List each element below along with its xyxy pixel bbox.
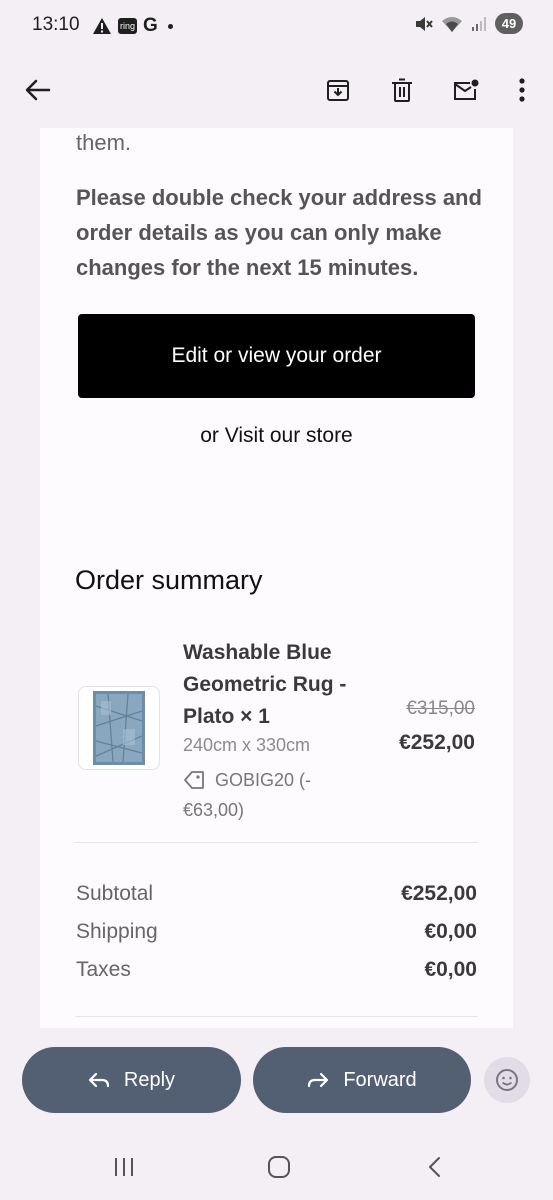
- back-chevron-icon: [429, 1157, 440, 1177]
- delete-icon: [392, 78, 412, 102]
- tag-icon: [184, 771, 204, 789]
- battery-indicator: 49: [495, 13, 523, 34]
- emoji-reaction-button[interactable]: [484, 1057, 530, 1103]
- price-final: €252,00: [399, 731, 475, 754]
- wifi-icon: [442, 16, 462, 32]
- totals-label: Shipping: [76, 920, 158, 943]
- forward-label: Forward: [343, 1068, 417, 1091]
- order-summary-title: Order summary: [75, 565, 263, 595]
- totals-value: €252,00: [401, 882, 477, 905]
- mute-icon: [416, 16, 433, 31]
- rug-image: [93, 691, 145, 765]
- divider: [75, 842, 478, 843]
- delete-button[interactable]: [380, 68, 424, 112]
- google-icon: G: [143, 15, 158, 36]
- back-arrow-icon: [25, 79, 51, 101]
- system-nav-bar: [0, 1132, 553, 1200]
- status-time: 13:10: [32, 14, 80, 35]
- signal-icon: [472, 16, 486, 31]
- archive-button[interactable]: [316, 68, 360, 112]
- email-toolbar: [0, 52, 553, 128]
- home-button[interactable]: [259, 1152, 299, 1182]
- reply-actions-bar: Reply Forward: [0, 1028, 553, 1132]
- forward-button[interactable]: Forward: [253, 1047, 471, 1113]
- reply-icon: [88, 1072, 110, 1088]
- reply-label: Reply: [123, 1068, 176, 1091]
- reply-button[interactable]: Reply: [22, 1047, 241, 1113]
- divider: [75, 1016, 478, 1017]
- email-body: them. Please double check your address a…: [0, 128, 553, 1028]
- recents-button[interactable]: [104, 1152, 144, 1182]
- ring-app-icon: ring: [118, 18, 138, 34]
- totals-value: €0,00: [424, 920, 477, 943]
- status-right-icons: 49: [413, 13, 523, 34]
- email-card: them. Please double check your address a…: [40, 128, 513, 1028]
- totals-label: Subtotal: [76, 882, 154, 905]
- totals-value: €0,00: [424, 958, 477, 981]
- totals-row-shipping: Shipping €0,00: [76, 920, 477, 944]
- product-name: Washable Blue Geometric Rug - Plato × 1: [183, 641, 347, 728]
- product-image[interactable]: [78, 686, 160, 770]
- recents-icon: [115, 1158, 133, 1176]
- totals-row-subtotal: Subtotal €252,00: [76, 882, 477, 906]
- discount-line: GOBIG20 (-€63,00): [183, 765, 353, 825]
- forward-icon: [308, 1072, 329, 1088]
- back-nav-button[interactable]: [414, 1152, 454, 1182]
- totals-label: Taxes: [76, 958, 131, 981]
- product-variant: 240cm x 330cm: [183, 735, 311, 755]
- warning-icon: [93, 18, 111, 34]
- mark-unread-icon: [454, 79, 479, 100]
- partial-text: them.: [76, 130, 132, 155]
- notification-icons: ring G: [92, 15, 173, 37]
- more-vert-icon: [519, 78, 525, 102]
- back-button[interactable]: [16, 68, 60, 112]
- more-options-button[interactable]: [500, 68, 544, 112]
- mark-unread-button[interactable]: [444, 68, 488, 112]
- visit-store-link[interactable]: or Visit our store: [78, 424, 475, 448]
- dot-icon: [167, 23, 173, 29]
- home-icon: [268, 1156, 290, 1178]
- notice-text: Please double check your address and ord…: [76, 185, 482, 280]
- price-original: €315,00: [406, 698, 475, 719]
- archive-icon: [327, 80, 349, 101]
- edit-order-button[interactable]: Edit or view your order: [78, 314, 475, 398]
- status-bar: 13:10 ring G 49: [0, 0, 553, 52]
- emoji-icon: [496, 1069, 518, 1091]
- totals-row-taxes: Taxes €0,00: [76, 958, 477, 982]
